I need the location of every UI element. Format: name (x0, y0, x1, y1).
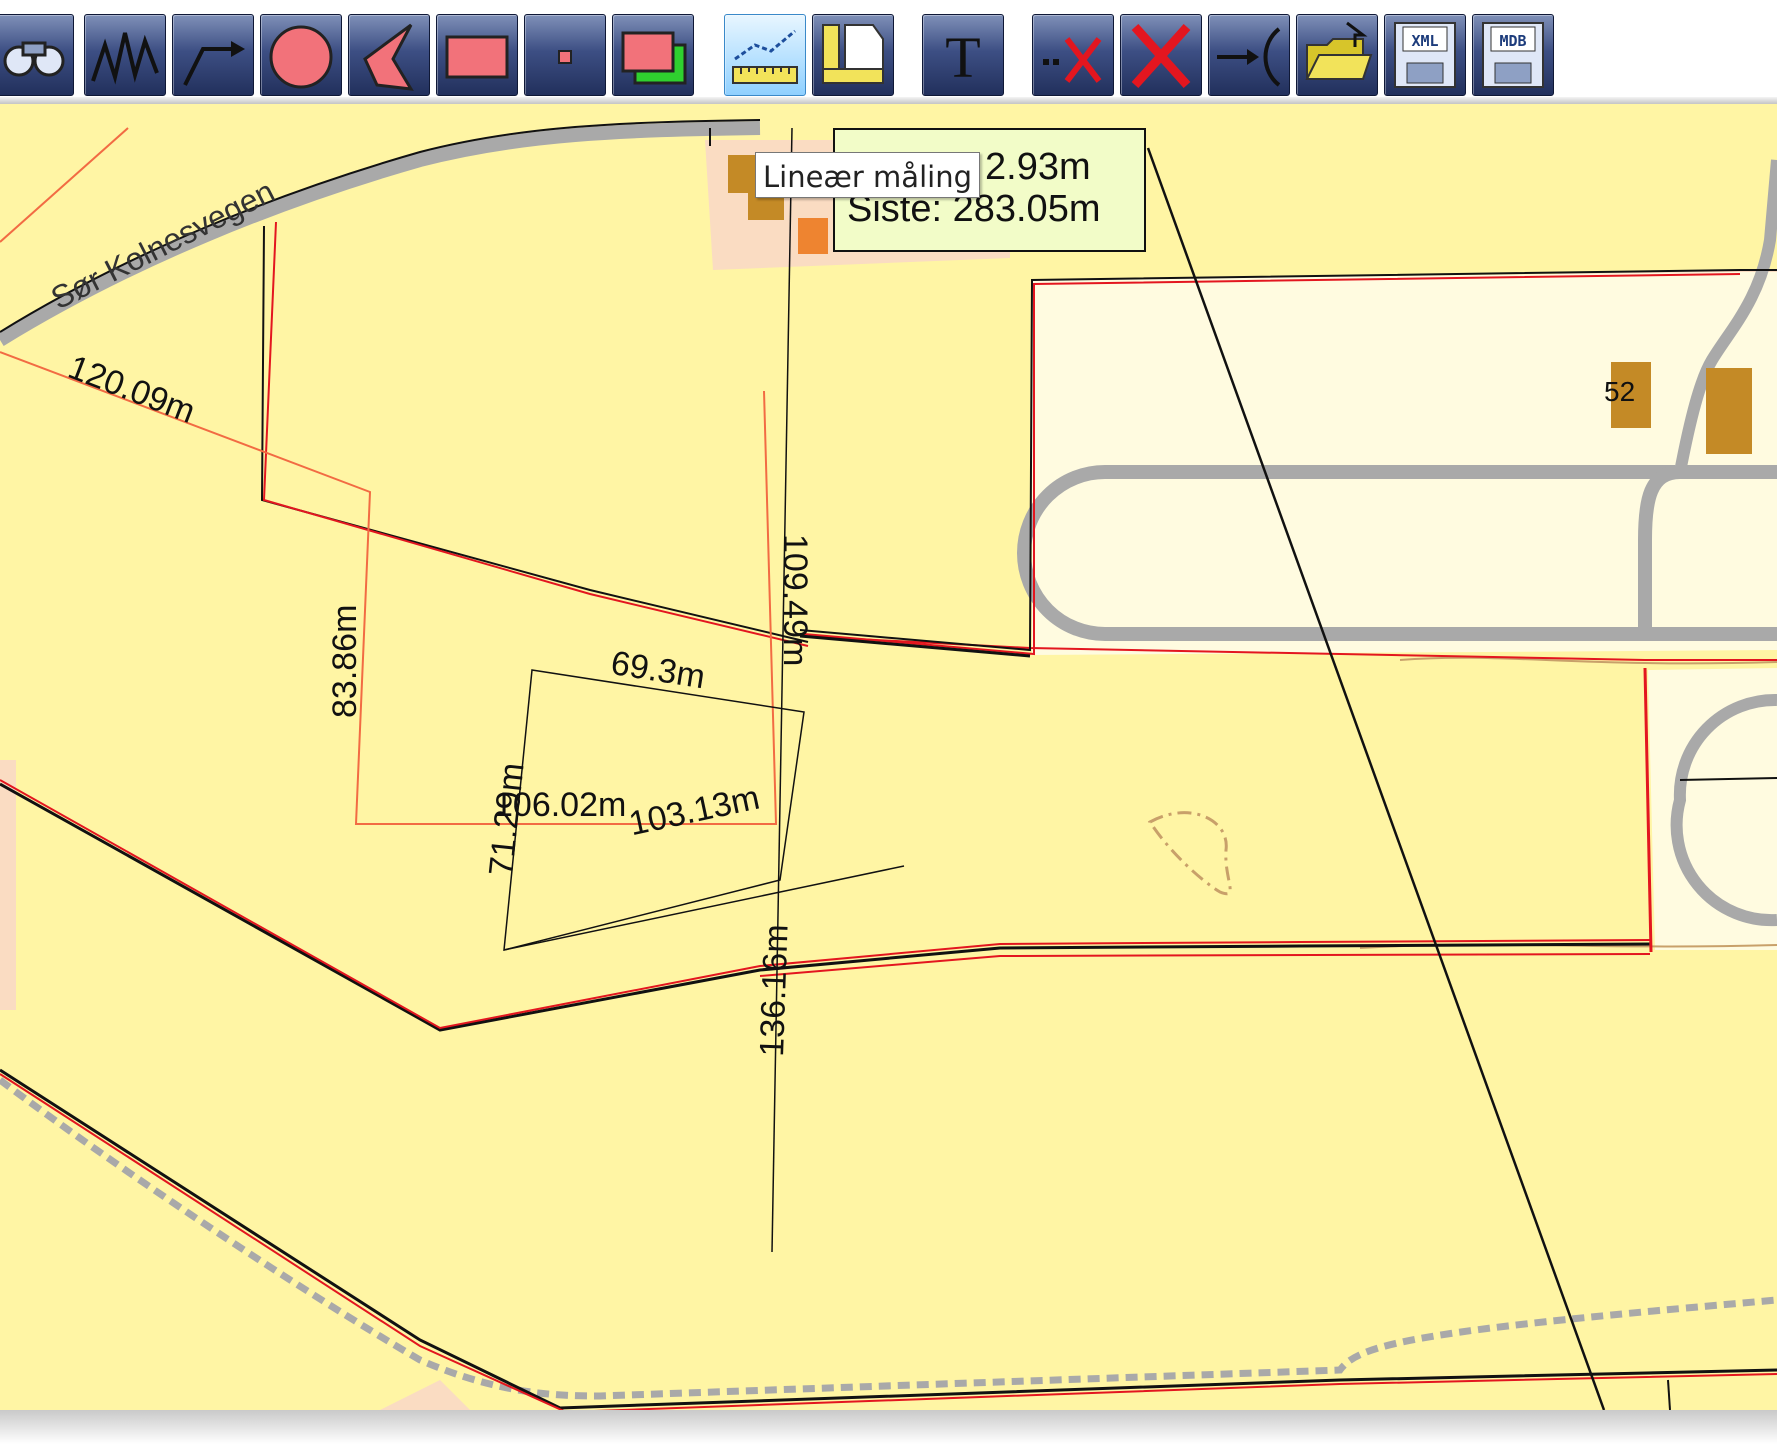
svg-text:MDB: MDB (1499, 32, 1526, 50)
lot-area (1032, 272, 1777, 655)
measurement-label: 136.16m (753, 923, 796, 1058)
toolbar: T XML MDB (0, 0, 1777, 104)
draw-circle-button[interactable] (260, 14, 342, 96)
draw-polygon-button[interactable] (348, 14, 430, 96)
draw-line-button[interactable] (84, 14, 166, 96)
save-xml-button[interactable]: XML (1384, 14, 1466, 96)
draw-point-button[interactable] (524, 14, 606, 96)
zigzag-line-icon (91, 32, 159, 85)
svg-text:XML: XML (1411, 32, 1438, 50)
delete-x-icon (1131, 23, 1191, 89)
layered-rectangles-icon (621, 31, 687, 85)
polygon-icon (363, 23, 414, 91)
save-mdb-button[interactable]: MDB (1472, 14, 1554, 96)
text-button[interactable]: T (922, 14, 1004, 96)
delete-button[interactable] (1120, 14, 1202, 96)
zoom-button[interactable] (0, 14, 74, 96)
map-bottom-edge (0, 1410, 1777, 1444)
open-folder-icon (1305, 21, 1373, 80)
area-measure-button[interactable] (812, 14, 894, 96)
measurement-label: 109.49m (776, 534, 814, 667)
tooltip: Lineær måling (755, 152, 980, 198)
connect-icon (1217, 27, 1281, 87)
circle-icon (269, 25, 333, 89)
open-button[interactable] (1296, 14, 1378, 96)
house-number-label: 52 (1604, 376, 1636, 407)
save-mdb-icon: MDB (1482, 22, 1544, 88)
delete-point-icon (1043, 37, 1102, 83)
layers-button[interactable] (612, 14, 694, 96)
point-icon (558, 50, 572, 64)
rectangle-icon (445, 35, 509, 79)
map-canvas[interactable] (0, 104, 1777, 1424)
map-view[interactable]: Sør Kolnesvegen 120.09m 83.86m 109.49m 6… (0, 104, 1777, 1424)
binoculars-icon (3, 41, 65, 77)
linear-measure-button[interactable] (724, 14, 806, 96)
area-measure-icon (822, 24, 884, 84)
building (1706, 368, 1752, 454)
connect-button[interactable] (1208, 14, 1290, 96)
arrow-line-icon (183, 41, 245, 86)
svg-text:T: T (945, 25, 980, 90)
toolbar-edge (0, 97, 1777, 104)
draw-rectangle-button[interactable] (436, 14, 518, 96)
delete-point-button[interactable] (1032, 14, 1114, 96)
text-icon: T (945, 25, 980, 90)
save-xml-icon: XML (1394, 22, 1456, 88)
lot-area (1648, 668, 1777, 950)
measurement-label: 83.86m (326, 604, 364, 718)
draw-arrow-button[interactable] (172, 14, 254, 96)
measurement-label: 106.02m (494, 786, 627, 824)
building-area (0, 760, 16, 1010)
building (798, 218, 828, 254)
linear-measure-icon (732, 29, 798, 84)
